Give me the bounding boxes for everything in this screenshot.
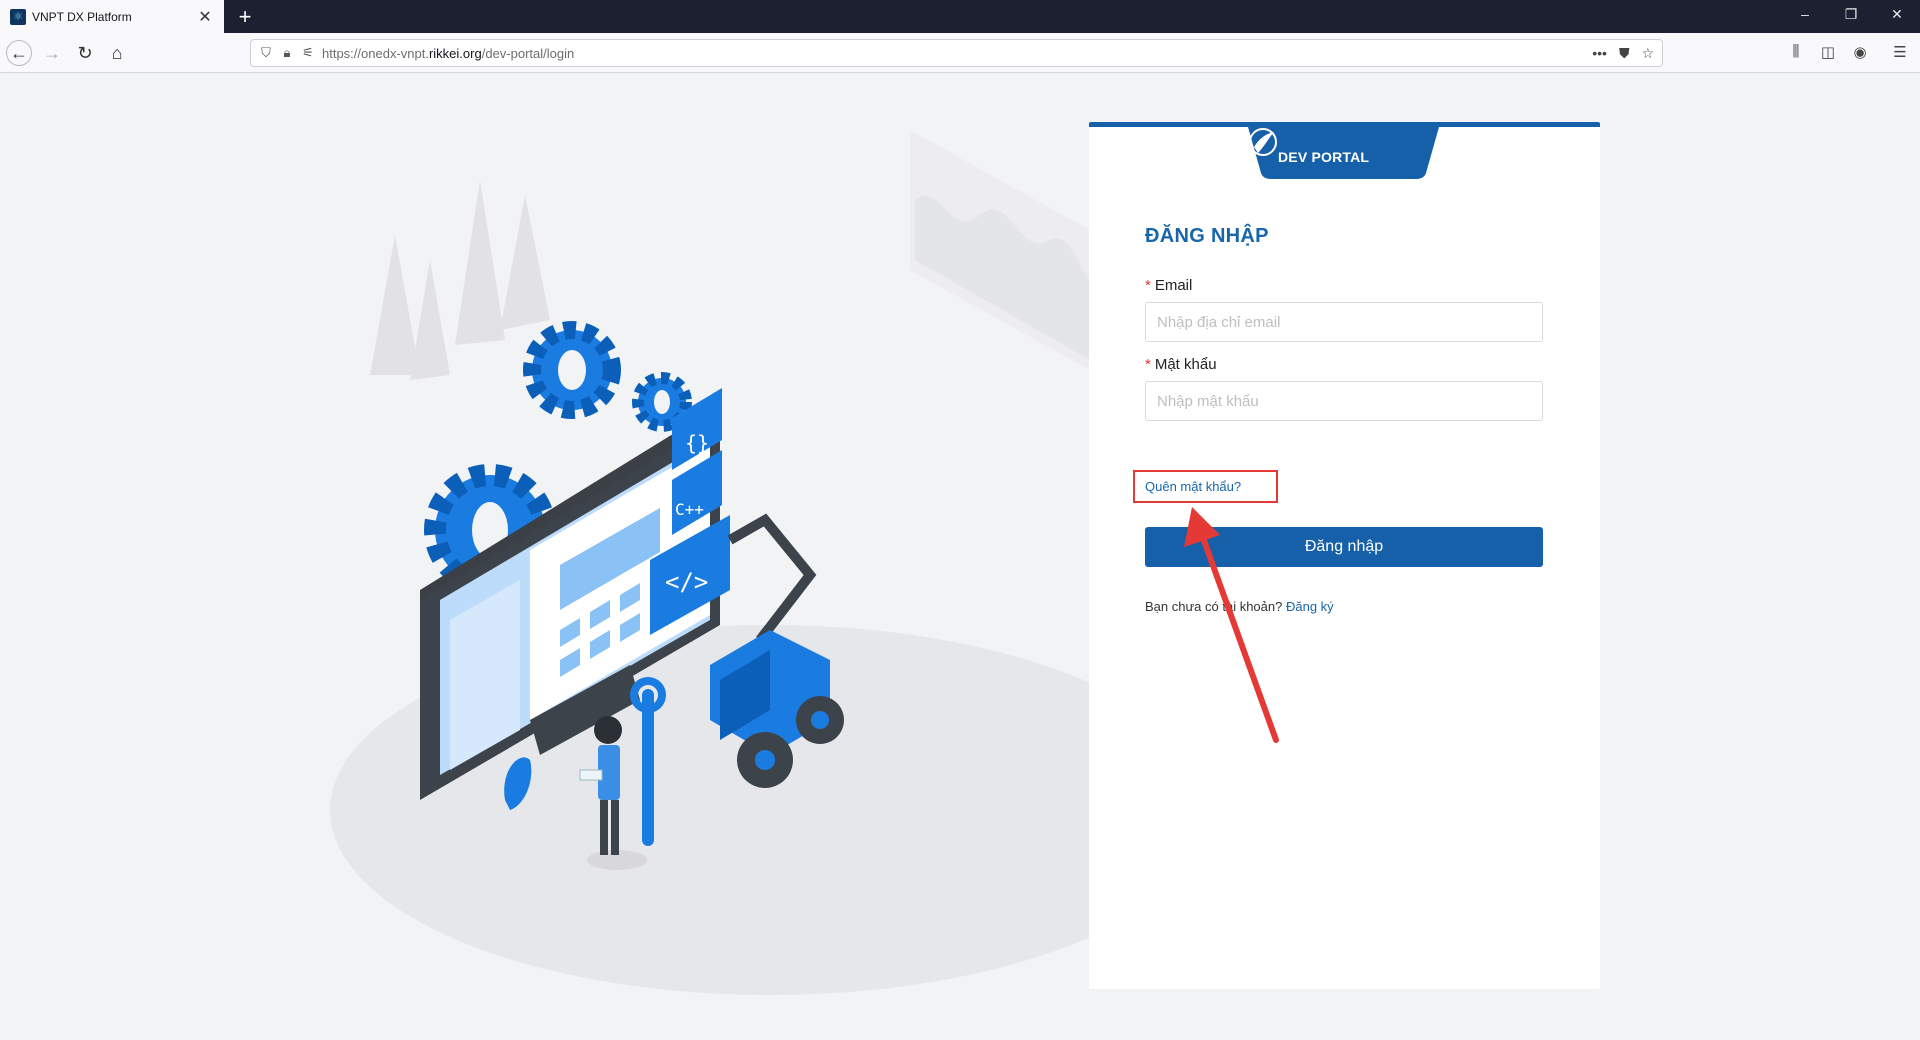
svg-text:</>: </> <box>665 568 708 596</box>
browser-tab-bar: ⚛ VNPT DX Platform ✕ + – ❐ ✕ <box>0 0 1920 33</box>
svg-text:{}: {} <box>685 431 709 455</box>
email-field[interactable] <box>1145 302 1543 342</box>
plus-icon[interactable]: + <box>232 4 258 30</box>
tab-title: VNPT DX Platform <box>32 9 132 24</box>
login-title: ĐĂNG NHẬP <box>1145 225 1269 247</box>
required-marker: * <box>1145 356 1151 373</box>
login-card: DEV PORTAL ĐĂNG NHẬP *Email *Mật khẩu Qu… <box>1089 122 1600 989</box>
address-bar[interactable]: ⛉ 🔒︎ ⚟ https://onedx-vnpt.rikkei.org/dev… <box>250 39 1663 67</box>
email-label: * Email <box>1145 277 1193 294</box>
developer-illustration: {} C++ </> <box>330 130 1090 995</box>
browser-nav-bar: ← → ↻ ⌂ ⛉ 🔒︎ ⚟ https://onedx-vnpt.rikkei… <box>0 33 1920 73</box>
url-text[interactable]: https://onedx-vnpt.rikkei.org/dev-portal… <box>322 46 1580 61</box>
browser-tab[interactable]: ⚛ VNPT DX Platform ✕ <box>0 0 224 33</box>
dev-portal-tab: DEV PORTAL <box>1248 127 1439 183</box>
password-label: * Mật khẩu <box>1145 356 1217 373</box>
permissions-icon[interactable]: ⚟ <box>301 45 315 61</box>
minimize-icon[interactable]: – <box>1795 6 1815 22</box>
app-favicon: ⚛ <box>10 8 26 25</box>
restore-icon[interactable]: ❐ <box>1841 6 1861 23</box>
close-window-icon[interactable]: ✕ <box>1887 6 1907 23</box>
pocket-icon[interactable]: ⛊ <box>1619 45 1630 62</box>
close-icon[interactable]: ✕ <box>196 7 214 27</box>
library-icon[interactable]: ⫼ <box>1786 43 1806 60</box>
shield-icon[interactable]: ⛉ <box>259 45 273 61</box>
sidebar-icon[interactable]: ◫ <box>1818 43 1838 61</box>
dev-portal-label: DEV PORTAL <box>1278 149 1370 165</box>
account-icon[interactable]: ◉ <box>1850 43 1870 61</box>
svg-text:C++: C++ <box>675 500 704 519</box>
home-icon[interactable]: ⌂ <box>104 40 130 66</box>
forward-icon[interactable]: → <box>39 40 65 66</box>
password-field[interactable] <box>1145 381 1543 421</box>
required-marker: * <box>1145 277 1151 294</box>
menu-icon[interactable]: ☰ <box>1890 43 1910 61</box>
more-icon[interactable]: ••• <box>1592 45 1607 61</box>
lock-icon[interactable]: 🔒︎ <box>280 45 294 61</box>
star-icon[interactable]: ☆ <box>1641 45 1654 62</box>
annotation-arrow-icon <box>1184 507 1279 743</box>
vnpt-logo-icon <box>1249 128 1277 156</box>
reload-icon[interactable]: ↻ <box>72 40 98 66</box>
back-icon[interactable]: ← <box>6 40 32 66</box>
forgot-password-link[interactable]: Quên mật khẩu? <box>1145 479 1241 494</box>
